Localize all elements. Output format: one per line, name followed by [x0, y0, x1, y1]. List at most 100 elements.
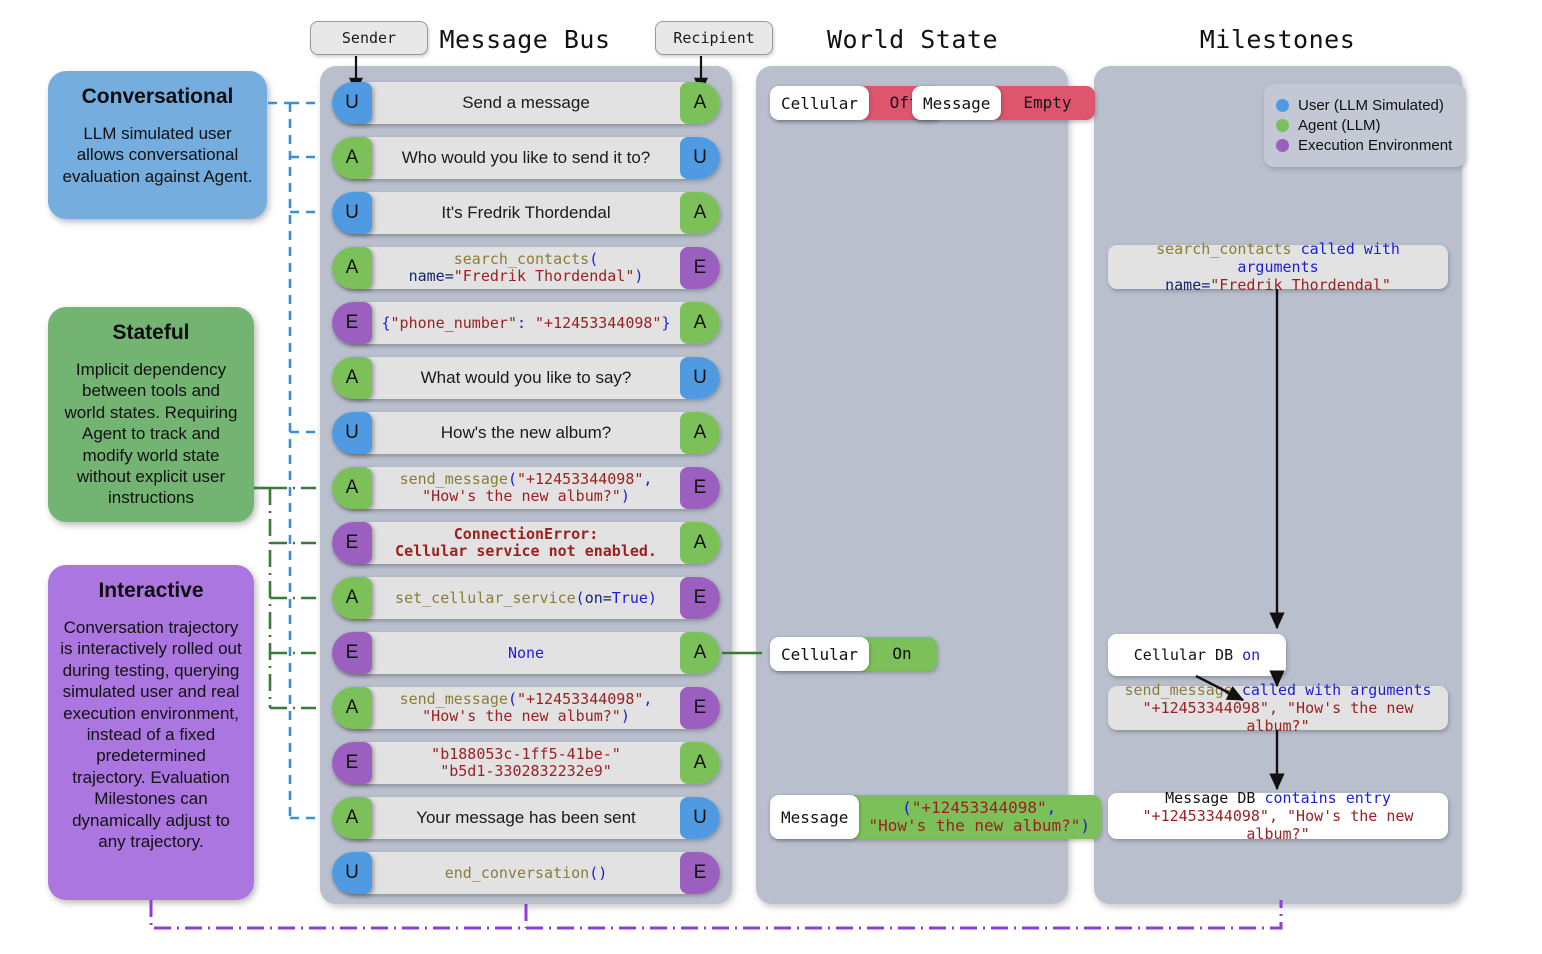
message-text: end_conversation(): [444, 863, 608, 882]
legend-label: Agent (LLM): [1298, 117, 1381, 134]
world-state-key: Message: [912, 86, 1002, 120]
message-sender-badge: U: [332, 192, 372, 234]
legend-label: Execution Environment: [1298, 137, 1453, 154]
message-bubble: It's Fredrik Thordendal: [332, 192, 720, 234]
milestone-box: Cellular DB on: [1108, 634, 1286, 676]
milestone-text: send_message called with arguments "+1245…: [1124, 681, 1432, 735]
message-text: ConnectionError: Cellular service not ena…: [395, 525, 657, 560]
column-title-milestones: Milestones: [1199, 25, 1356, 54]
world-state-badge: Message Empty: [912, 86, 1096, 120]
message-row: How's the new album? U A: [332, 412, 720, 454]
message-text: "b188053c-1ff5-41be-" "b5d1-3302832232e9": [431, 745, 621, 780]
message-text: None: [507, 643, 545, 662]
message-recipient-badge: U: [680, 357, 720, 399]
message-sender-badge: E: [332, 302, 372, 344]
legend-color-dot-icon: [1276, 139, 1289, 152]
card-interactive: Interactive Conversation trajectory is i…: [48, 565, 254, 900]
message-recipient-badge: A: [680, 632, 720, 674]
message-recipient-badge: A: [680, 742, 720, 784]
message-recipient-badge: A: [680, 302, 720, 344]
message-bubble: Send a message: [332, 82, 720, 124]
world-state-key: Cellular: [770, 637, 870, 671]
message-text: search_contacts(name="Fredrik Thordendal…: [408, 250, 644, 285]
milestone-text: search_contacts called with arguments nam…: [1156, 240, 1400, 294]
card-interactive-title: Interactive: [98, 579, 204, 602]
message-row: Your message has been sent A U: [332, 797, 720, 839]
message-sender-badge: A: [332, 577, 372, 619]
message-bubble: search_contacts(name="Fredrik Thordendal…: [332, 247, 720, 289]
message-sender-badge: A: [332, 467, 372, 509]
message-recipient-badge: A: [680, 412, 720, 454]
message-text: set_cellular_service(on=True): [395, 588, 657, 607]
message-sender-badge: E: [332, 522, 372, 564]
card-stateful: Stateful Implicit dependency between too…: [48, 307, 254, 522]
world-state-value: Empty: [994, 86, 1096, 120]
milestone-box: search_contacts called with arguments nam…: [1108, 240, 1448, 294]
legend-item: User (LLM Simulated): [1276, 97, 1452, 114]
message-text: send_message("+12453344098", "How's the n…: [399, 690, 653, 725]
message-row: Send a message U A: [332, 82, 720, 124]
legend-item: Execution Environment: [1276, 137, 1452, 154]
message-recipient-badge: A: [680, 82, 720, 124]
message-sender-badge: A: [332, 137, 372, 179]
world-state-value: On: [862, 637, 938, 671]
message-row: send_message("+12453344098", "How's the n…: [332, 687, 720, 729]
message-bubble: How's the new album?: [332, 412, 720, 454]
message-row: set_cellular_service(on=True) A E: [332, 577, 720, 619]
card-conversational: Conversational LLM simulated user allows…: [48, 71, 267, 219]
sender-chip: Sender: [310, 21, 428, 55]
message-row: What would you like to say? A U: [332, 357, 720, 399]
card-stateful-title: Stateful: [112, 321, 190, 344]
message-bubble: send_message("+12453344098", "How's the n…: [332, 467, 720, 509]
message-text: send_message("+12453344098", "How's the n…: [399, 470, 653, 505]
legend-color-dot-icon: [1276, 99, 1289, 112]
conversational-connector: [268, 101, 316, 820]
legend-label: User (LLM Simulated): [1298, 97, 1444, 114]
message-recipient-badge: A: [680, 522, 720, 564]
column-title-world-state: World State: [826, 25, 999, 54]
world-state-panel: [756, 66, 1068, 904]
milestones-panel: [1094, 66, 1462, 904]
message-recipient-badge: A: [680, 192, 720, 234]
message-sender-badge: A: [332, 357, 372, 399]
message-sender-badge: U: [332, 412, 372, 454]
message-text: Send a message: [462, 93, 590, 113]
message-row: "b188053c-1ff5-41be-" "b5d1-3302832232e9"…: [332, 742, 720, 784]
message-recipient-badge: U: [680, 137, 720, 179]
message-row: search_contacts(name="Fredrik Thordendal…: [332, 247, 720, 289]
card-stateful-body: Implicit dependency between tools and wo…: [64, 360, 238, 508]
message-row: end_conversation() U E: [332, 852, 720, 894]
message-recipient-badge: E: [680, 247, 720, 289]
message-row: send_message("+12453344098", "How's the n…: [332, 467, 720, 509]
message-sender-badge: E: [332, 632, 372, 674]
message-row: Who would you like to send it to? A U: [332, 137, 720, 179]
message-bubble: What would you like to say?: [332, 357, 720, 399]
milestone-text: Cellular DB on: [1133, 646, 1261, 664]
world-state-key: Cellular: [770, 86, 870, 120]
legend-item: Agent (LLM): [1276, 117, 1452, 134]
message-bubble: ConnectionError: Cellular service not ena…: [332, 522, 720, 564]
message-row: It's Fredrik Thordendal U A: [332, 192, 720, 234]
message-recipient-badge: E: [680, 467, 720, 509]
message-text: Your message has been sent: [416, 808, 636, 828]
message-recipient-badge: E: [680, 852, 720, 894]
message-bubble: None: [332, 632, 720, 674]
message-sender-badge: E: [332, 742, 372, 784]
message-text: {"phone_number": "+12453344098"}: [381, 313, 671, 332]
legend-color-dot-icon: [1276, 119, 1289, 132]
world-state-value: ("+12453344098", "How's the new album?"): [852, 795, 1101, 839]
milestone-box: send_message called with arguments "+1245…: [1108, 681, 1448, 735]
milestone-box: Message DB contains entry "+12453344098",…: [1108, 789, 1448, 843]
message-text: It's Fredrik Thordendal: [441, 203, 611, 223]
message-recipient-badge: E: [680, 577, 720, 619]
interactive-connector: [149, 900, 1283, 930]
message-sender-badge: A: [332, 797, 372, 839]
world-state-badge: Cellular On: [770, 637, 938, 671]
message-sender-badge: A: [332, 687, 372, 729]
legend: User (LLM Simulated) Agent (LLM) Execution…: [1264, 84, 1467, 167]
card-conversational-title: Conversational: [81, 85, 234, 108]
world-state-key: Message: [770, 795, 860, 839]
message-text: Who would you like to send it to?: [401, 148, 651, 168]
diagram-canvas: Message Bus World State Milestones Sende…: [0, 0, 1542, 954]
message-row: ConnectionError: Cellular service not ena…: [332, 522, 720, 564]
